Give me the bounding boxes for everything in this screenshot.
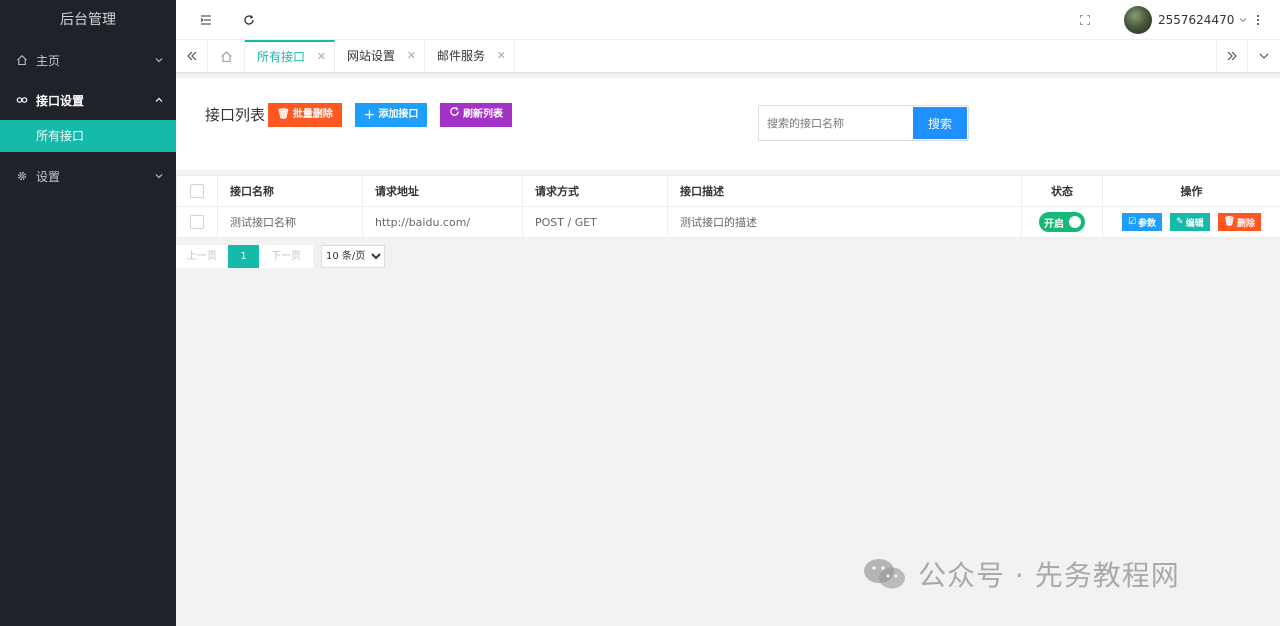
sidebar-subitem-all-apis[interactable]: 所有接口 <box>0 120 176 152</box>
toggle-label: 开启 <box>1044 218 1064 230</box>
avatar <box>1124 6 1152 34</box>
button-label: 添加接口 <box>378 109 419 120</box>
delete-button[interactable]: 🗑 删除 <box>1217 213 1262 231</box>
cell-name: 测试接口名称 <box>217 206 363 238</box>
plus-icon: + <box>363 107 376 123</box>
trash-icon: 🗑 <box>277 109 290 120</box>
chevron-up-icon <box>154 94 164 108</box>
column-header: 操作 <box>1102 175 1280 207</box>
tab-bar: 所有接口 ✕ 网站设置 ✕ 邮件服务 ✕ <box>176 40 1280 72</box>
tab-site-settings[interactable]: 网站设置 ✕ <box>335 40 425 72</box>
sidebar-item-label: 接口设置 <box>36 93 85 108</box>
tab-all-apis[interactable]: 所有接口 ✕ <box>245 40 335 72</box>
cell-status: 开启 <box>1021 206 1103 238</box>
page-size-select[interactable]: 10 条/页 <box>321 245 385 268</box>
search-button[interactable]: 搜索 <box>913 107 967 139</box>
refresh-icon <box>449 103 460 127</box>
cell-method: POST / GET <box>522 206 668 238</box>
home-tab-icon[interactable] <box>208 40 245 72</box>
search-box: 搜索 <box>758 105 969 141</box>
button-label: 删除 <box>1237 218 1256 229</box>
toggle-knob <box>1069 216 1081 228</box>
refresh-icon[interactable] <box>237 0 261 40</box>
tab-mail-service[interactable]: 邮件服务 ✕ <box>425 40 515 72</box>
params-button[interactable]: ☑ 参数 <box>1121 213 1163 231</box>
sidebar-item-label: 主页 <box>36 53 61 68</box>
cell-url: http://baidu.com/ <box>362 206 523 238</box>
app-logo: 后台管理 <box>60 12 116 28</box>
batch-delete-button[interactable]: 🗑 批量删除 <box>268 103 342 127</box>
tabs-scroll-left-icon[interactable] <box>176 40 208 72</box>
chevron-down-icon <box>154 54 164 68</box>
table-row: 测试接口名称 http://baidu.com/ POST / GET 测试接口… <box>176 206 1280 238</box>
sidebar-item-settings[interactable]: 设置 <box>0 156 176 196</box>
fullscreen-icon[interactable] <box>1073 0 1097 40</box>
watermark-text: 公众号 · 先务教程网 <box>918 559 1180 592</box>
gear-icon <box>16 170 28 182</box>
column-header: 请求方式 <box>522 175 668 207</box>
row-checkbox[interactable] <box>176 206 218 238</box>
add-api-button[interactable]: + 添加接口 <box>355 103 427 127</box>
username: 2557624470 <box>1158 13 1235 27</box>
button-label: 刷新列表 <box>463 109 503 120</box>
select-all-checkbox[interactable] <box>176 175 218 207</box>
toolbar-panel: 接口列表 🗑 批量删除 + 添加接口 刷新列表 搜索 <box>176 78 1280 170</box>
pencil-icon: ✎ <box>1176 217 1184 227</box>
column-header: 状态 <box>1021 175 1103 207</box>
refresh-list-button[interactable]: 刷新列表 <box>440 103 512 127</box>
page-title: 接口列表 <box>205 106 266 124</box>
cell-description: 测试接口的描述 <box>667 206 1022 238</box>
menu-fold-icon[interactable] <box>194 0 218 40</box>
tabs-scroll-right-icon[interactable] <box>1216 40 1248 72</box>
wechat-icon <box>864 559 905 589</box>
watermark: 公众号 · 先务教程网 <box>862 554 1180 594</box>
status-toggle[interactable]: 开启 <box>1039 212 1085 232</box>
trash-icon: 🗑 <box>1223 217 1236 227</box>
chevron-down-icon <box>154 170 164 184</box>
button-label: 批量删除 <box>292 109 333 120</box>
user-menu[interactable]: 2557624470 <box>1124 6 1248 34</box>
tab-label: 邮件服务 <box>437 49 486 63</box>
edit-list-icon: ☑ <box>1127 217 1137 227</box>
tab-label: 所有接口 <box>257 50 306 64</box>
api-table: 接口名称 请求地址 请求方式 接口描述 状态 操作 测试接口名称 http://… <box>176 175 1280 238</box>
search-input[interactable] <box>759 106 913 140</box>
column-header: 接口名称 <box>217 175 363 207</box>
link-icon <box>16 94 28 106</box>
top-header: 2557624470 <box>176 0 1280 40</box>
edit-button[interactable]: ✎ 编辑 <box>1170 213 1210 231</box>
sidebar-item-api-settings[interactable]: 接口设置 <box>0 80 176 120</box>
button-label: 编辑 <box>1185 218 1204 229</box>
table-header-row: 接口名称 请求地址 请求方式 接口描述 状态 操作 <box>176 175 1280 207</box>
cell-actions: ☑ 参数 ✎ 编辑 🗑 删除 <box>1102 206 1280 238</box>
button-label: 参数 <box>1138 218 1157 229</box>
more-vertical-icon[interactable] <box>1246 0 1270 40</box>
tab-label: 网站设置 <box>347 49 396 63</box>
column-header: 请求地址 <box>362 175 523 207</box>
pagination: 上一页 1 下一页 10 条/页 <box>176 245 385 268</box>
close-icon[interactable]: ✕ <box>497 40 506 72</box>
close-icon[interactable]: ✕ <box>317 42 326 72</box>
prev-page-button[interactable]: 上一页 <box>176 245 228 268</box>
sidebar: 后台管理 主页 接口设置 所有接口 设置 <box>0 0 176 626</box>
next-page-button[interactable]: 下一页 <box>259 245 313 268</box>
home-icon <box>16 54 28 66</box>
sidebar-item-home[interactable]: 主页 <box>0 40 176 80</box>
sidebar-item-label: 设置 <box>36 169 61 184</box>
page-number[interactable]: 1 <box>228 245 259 268</box>
column-header: 接口描述 <box>667 175 1022 207</box>
close-icon[interactable]: ✕ <box>407 40 416 72</box>
tabs-menu-chevron-icon[interactable] <box>1248 40 1280 72</box>
